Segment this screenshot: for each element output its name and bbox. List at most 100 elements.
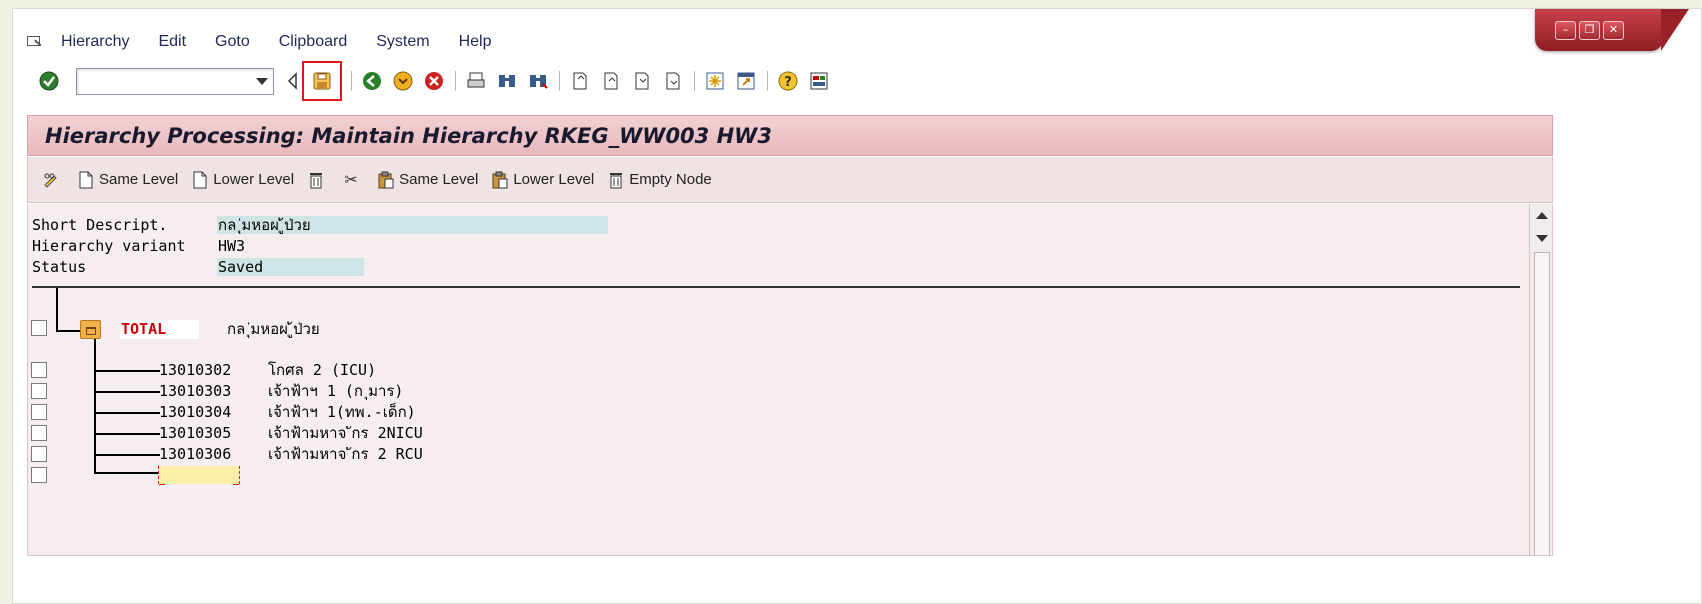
help-icon[interactable]: ? [776,69,800,93]
close-icon[interactable]: ✕ [1603,21,1624,40]
node-code[interactable]: 13010306 [159,445,231,464]
back-icon[interactable] [360,69,384,93]
first-page-icon[interactable] [568,69,592,93]
root-node-description: กล ุ่มหอผ ู้ป่วย [227,320,320,338]
trash-icon [307,170,325,190]
paste-lower-level-button[interactable]: Lower Level [491,170,594,190]
scroll-track[interactable] [1534,252,1550,555]
same-level-button[interactable]: Same Level [77,170,178,190]
tree-connector [94,454,160,456]
toolbar-separator [767,71,768,91]
cancel-icon[interactable] [422,69,446,93]
node-description: โกศล 2 (ICU) [268,361,377,379]
lower-level-button[interactable]: Lower Level [191,170,294,190]
hierarchy-variant-row: Hierarchy variant [32,236,217,256]
node-description: เจ้าฟ้ามหาจ ักร 2NICU [268,424,423,442]
same-level-label: Same Level [99,171,179,188]
vertical-scrollbar[interactable] [1529,204,1552,555]
minimize-icon[interactable]: – [1555,21,1576,40]
folder-open-icon[interactable] [80,320,101,339]
header-divider [32,286,1520,288]
status-value: Saved [217,258,364,276]
menu-goto[interactable]: Goto [215,33,250,51]
tree-connector [56,330,81,332]
application-toolbar: Same Level Lower Level ✂ Same Level Lowe… [27,157,1553,203]
chevron-down-icon[interactable] [256,77,268,85]
lower-level-label: Lower Level [213,171,295,188]
menu-hierarchy[interactable]: Hierarchy [61,33,129,51]
pencil-glasses-icon [42,170,60,190]
toolbar-separator [455,71,456,91]
empty-node-label: Empty Node [629,171,712,188]
cut-button[interactable]: ✂ [342,170,364,190]
restore-icon[interactable]: ❐ [1579,21,1600,40]
save-icon[interactable] [302,61,342,101]
tree-connector [94,433,160,435]
toolbar-separator [351,71,352,91]
node-checkbox[interactable] [31,320,47,336]
menu-bar: Hierarchy Edit Goto Clipboard System Hel… [25,31,520,53]
customize-layout-icon[interactable] [807,69,831,93]
paste-same-level-label: Same Level [399,171,479,188]
tree-connector [94,472,160,474]
next-page-icon[interactable] [630,69,654,93]
command-field[interactable] [76,67,274,95]
node-code[interactable]: 13010303 [159,382,231,401]
delete-button[interactable] [307,170,329,190]
node-checkbox[interactable] [31,383,47,399]
clipboard-icon [491,170,509,190]
menu-help[interactable]: Help [459,33,492,51]
node-checkbox[interactable] [31,446,47,462]
last-page-icon[interactable] [661,69,685,93]
print-icon[interactable] [464,69,488,93]
menu-edit[interactable]: Edit [158,33,186,51]
node-checkbox[interactable] [31,467,47,483]
short-descript-row: Short Descript. [32,215,217,235]
scroll-down-icon[interactable] [1536,235,1548,242]
find-icon[interactable] [495,69,519,93]
menu-system-icon[interactable] [25,34,45,50]
status-label: Status [32,258,87,276]
previous-page-icon[interactable] [599,69,623,93]
paste-lower-level-label: Lower Level [513,171,595,188]
create-session-icon[interactable] [703,69,727,93]
node-checkbox[interactable] [31,404,47,420]
enter-check-icon[interactable] [37,69,61,93]
shortcut-icon[interactable] [734,69,758,93]
new-document-icon [77,170,95,190]
new-node-input[interactable] [158,466,240,485]
node-code[interactable]: 13010305 [159,424,231,443]
short-descript-label: Short Descript. [32,216,168,234]
clipboard-icon [377,170,395,190]
paste-same-level-button[interactable]: Same Level [377,170,478,190]
scissors-icon: ✂ [344,171,358,189]
hierarchy-content-area: Short Descript. กล ุ่มหอผ ู้ป่วย Hierarc… [27,204,1553,556]
standard-toolbar: ? [37,61,838,101]
window-controls: – ❐ ✕ [1535,9,1689,51]
svg-text:?: ? [784,75,792,90]
find-next-icon[interactable] [526,69,550,93]
tree-connector [94,391,160,393]
collapse-arrow-icon[interactable] [286,69,300,93]
page-title: Hierarchy Processing: Maintain Hierarchy… [27,115,1553,156]
new-document-icon [191,170,209,190]
node-checkbox[interactable] [31,362,47,378]
short-descript-value: กล ุ่มหอผ ู้ป่วย [217,216,608,234]
node-code[interactable]: 13010302 [159,361,231,380]
exit-icon[interactable] [391,69,415,93]
menu-clipboard[interactable]: Clipboard [279,33,347,51]
empty-node-button[interactable]: Empty Node [607,170,712,190]
scroll-up-icon[interactable] [1536,212,1548,219]
status-row: Status [32,257,217,277]
change-display-button[interactable] [42,170,64,190]
node-code[interactable]: 13010304 [159,403,231,422]
node-checkbox[interactable] [31,425,47,441]
tree-connector [56,288,58,332]
toolbar-separator [559,71,560,91]
root-node-code[interactable]: TOTAL [120,320,199,339]
hierarchy-variant-label: Hierarchy variant [32,237,186,255]
trash-icon [607,170,625,190]
menu-system[interactable]: System [376,33,429,51]
sap-window: – ❐ ✕ Hierarchy Edit Goto Clipboard Syst… [12,8,1702,604]
node-description: เจ้าฟ้าฯ 1 (ก ุมาร) [268,382,404,400]
